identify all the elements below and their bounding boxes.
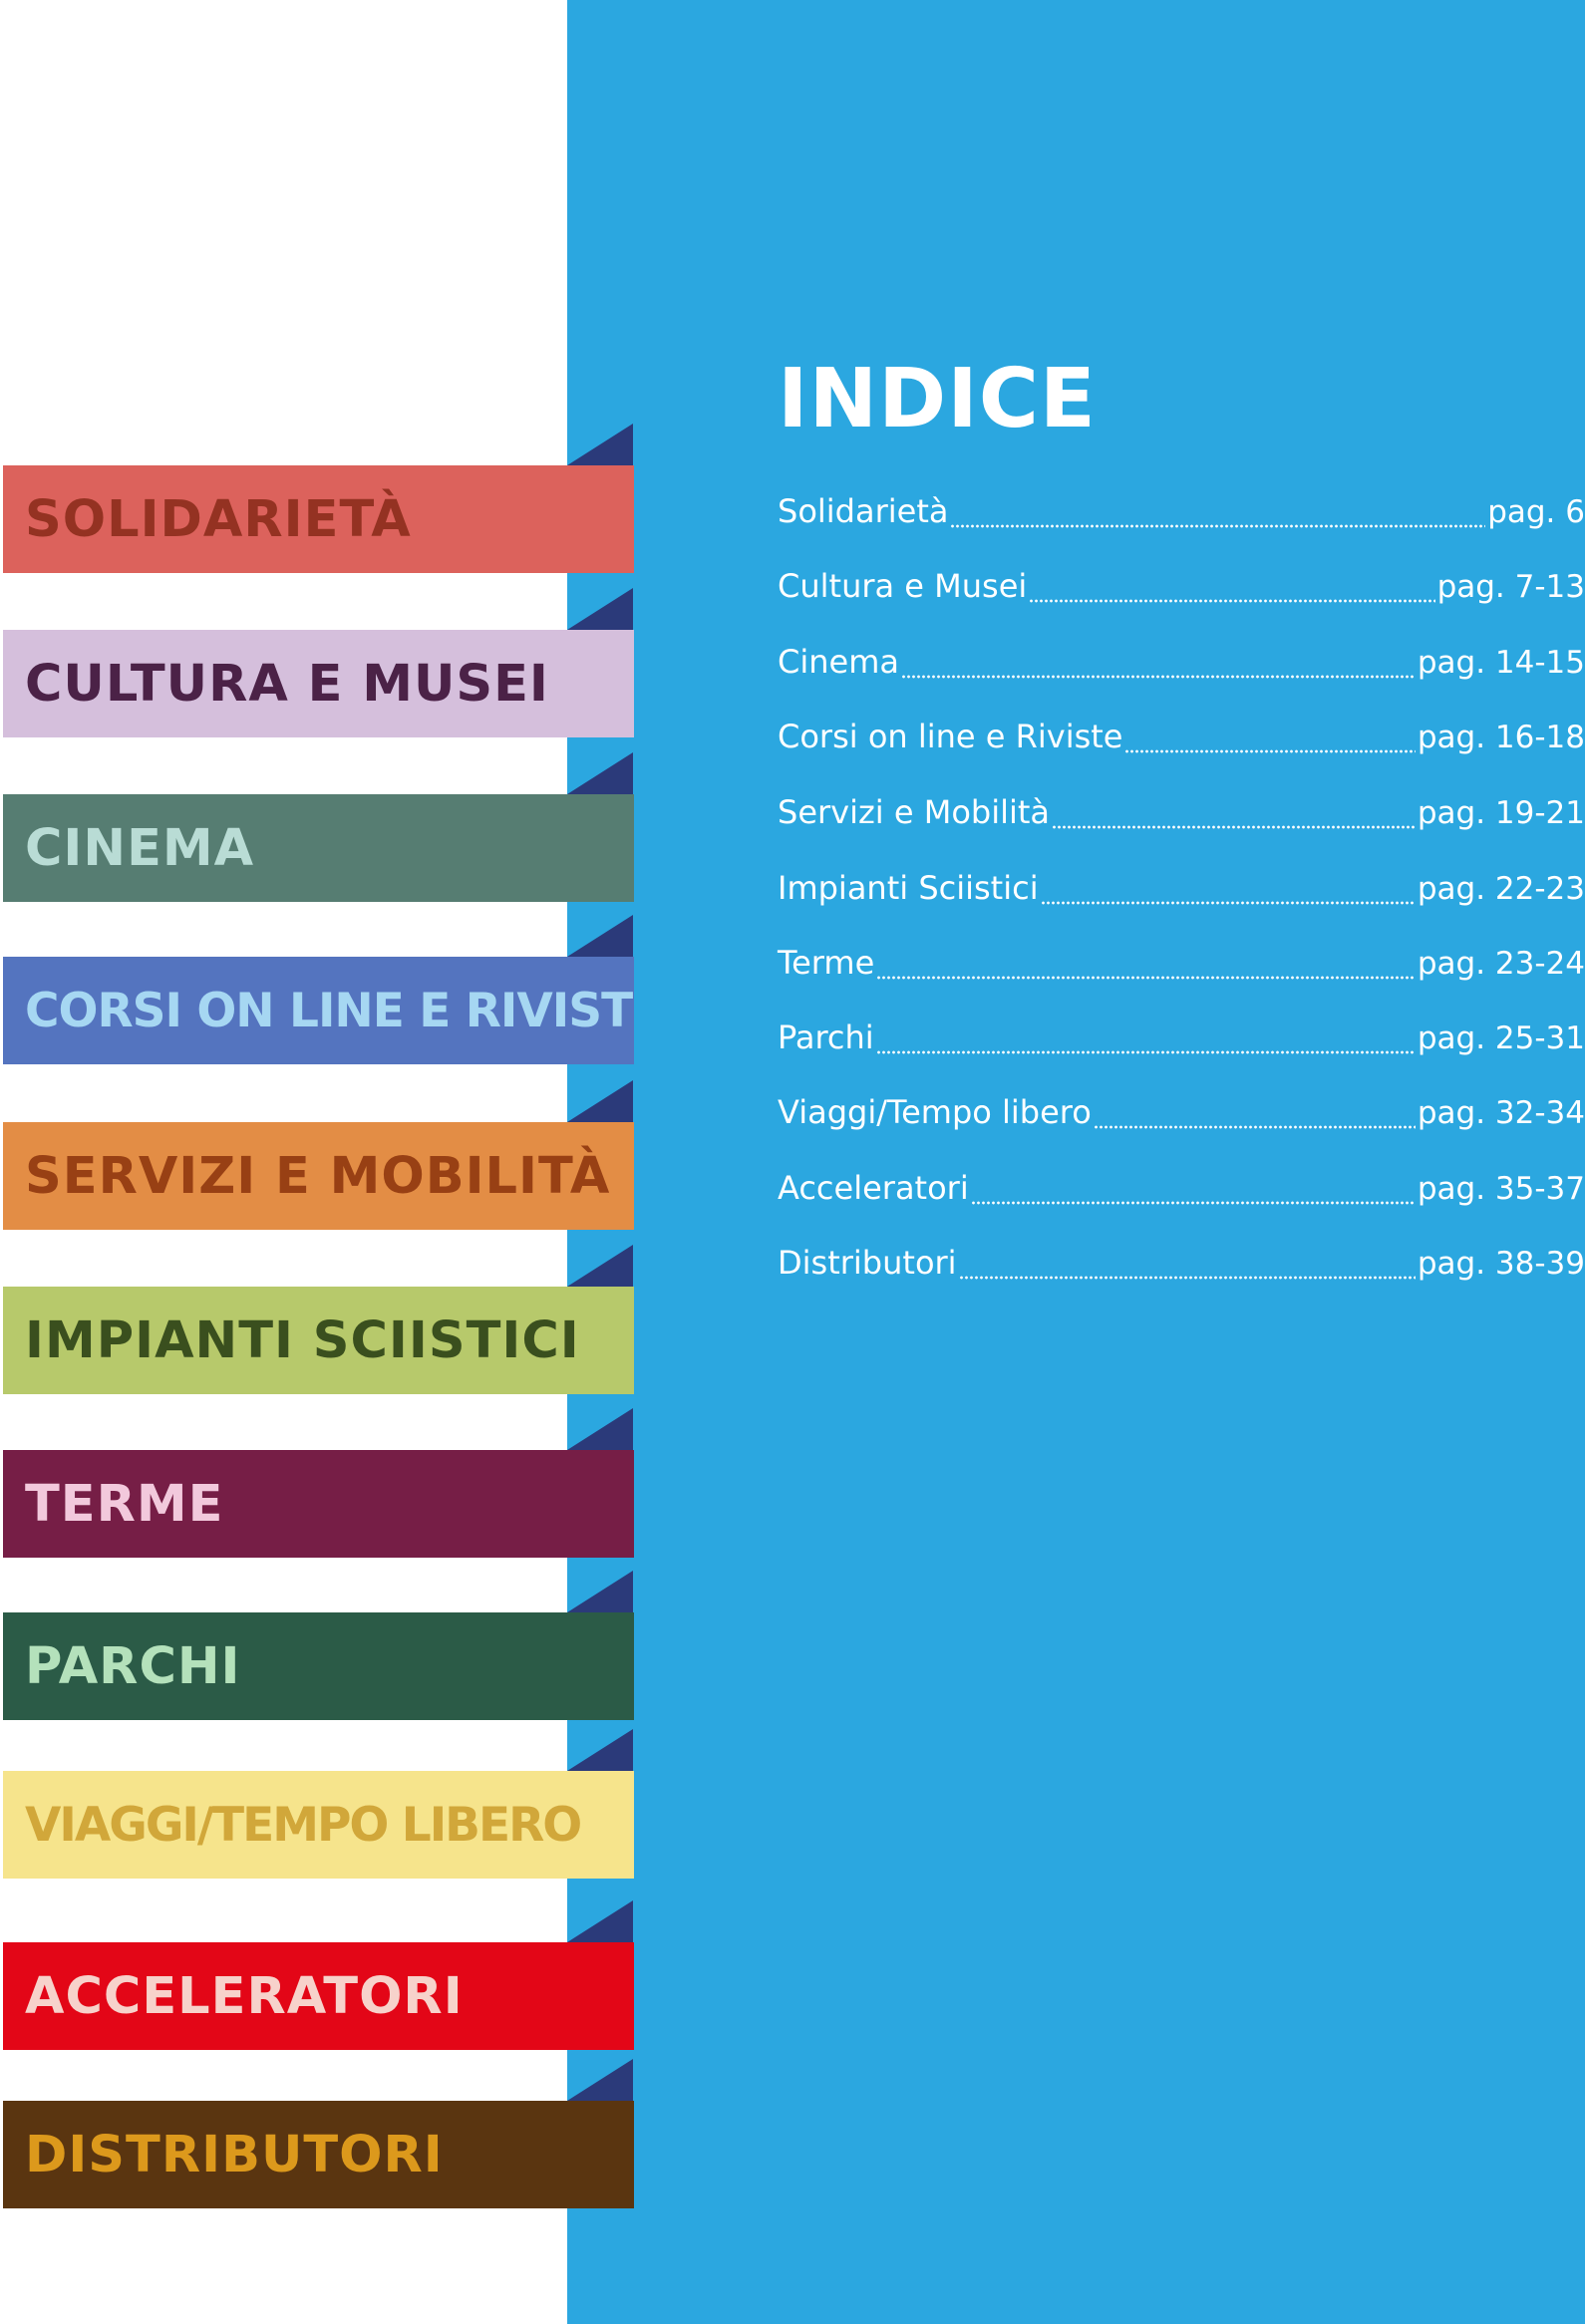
leader-dots [1040, 901, 1416, 905]
toc-label: Terme [778, 944, 875, 982]
page-title: INDICE [778, 352, 1097, 446]
toc-label: Distributori [778, 1244, 957, 1282]
toc-entry[interactable]: Impianti Sciistici pag. 22-23 [778, 869, 1585, 915]
leader-dots [970, 1201, 1416, 1205]
leader-dots [950, 524, 1486, 528]
tab-impianti-sciistici[interactable]: IMPIANTI SCIISTICI [3, 1287, 634, 1394]
tab-fold [567, 1729, 633, 1771]
tab-label: PARCHI [25, 1636, 241, 1696]
tab-label: CULTURA E MUSEI [25, 654, 549, 714]
tab-fold [567, 2059, 633, 2101]
tab-solidarieta[interactable]: SOLIDARIETÀ [3, 465, 634, 573]
tab-fold [567, 588, 633, 630]
leader-dots [958, 1276, 1416, 1280]
toc-label: Corsi on line e Riviste [778, 718, 1123, 755]
toc-label: Solidarietà [778, 492, 949, 530]
tab-servizi-e-mobilita[interactable]: SERVIZI E MOBILITÀ [3, 1122, 634, 1230]
toc-label: Viaggi/Tempo libero [778, 1093, 1092, 1131]
tab-terme[interactable]: TERME [3, 1450, 634, 1558]
toc-entry[interactable]: Distributori pag. 38-39 [778, 1244, 1585, 1290]
leader-dots [900, 675, 1416, 679]
tab-parchi[interactable]: PARCHI [3, 1612, 634, 1720]
tab-label: DISTRIBUTORI [25, 2125, 444, 2184]
toc-entry[interactable]: Terme pag. 23-24 [778, 944, 1585, 990]
toc-page: pag. 32-34 [1417, 1095, 1585, 1131]
tab-label: CINEMA [25, 818, 255, 878]
toc-page: pag. 19-21 [1417, 795, 1585, 831]
tab-label: SOLIDARIETÀ [25, 489, 412, 549]
tab-label: CORSI ON LINE E RIVISTE [25, 983, 634, 1038]
leader-dots [1124, 749, 1416, 753]
tab-label: TERME [25, 1474, 224, 1534]
toc-page: pag. 22-23 [1417, 871, 1585, 907]
tab-cultura-e-musei[interactable]: CULTURA E MUSEI [3, 630, 634, 737]
toc-page: pag. 16-18 [1417, 720, 1585, 755]
toc-entry[interactable]: Cultura e Musei pag. 7-13 [778, 567, 1585, 613]
right-panel [567, 0, 1585, 2324]
toc-entry[interactable]: Acceleratori pag. 35-37 [778, 1169, 1585, 1215]
toc-page: pag. 38-39 [1417, 1246, 1585, 1282]
toc-label: Impianti Sciistici [778, 869, 1039, 907]
tab-distributori[interactable]: DISTRIBUTORI [3, 2101, 634, 2208]
tab-acceleratori[interactable]: ACCELERATORI [3, 1942, 634, 2050]
tab-label: SERVIZI E MOBILITÀ [25, 1146, 611, 1206]
toc-page: pag. 14-15 [1417, 645, 1585, 681]
toc-label: Parchi [778, 1018, 874, 1056]
leader-dots [1052, 825, 1416, 829]
toc-entry[interactable]: Solidarietà pag. 6 [778, 492, 1585, 538]
tab-label: VIAGGI/TEMPO LIBERO [25, 1797, 582, 1853]
toc-page: pag. 6 [1487, 494, 1585, 530]
toc-entry[interactable]: Corsi on line e Riviste pag. 16-18 [778, 718, 1585, 763]
toc-label: Cinema [778, 643, 899, 681]
toc-entry[interactable]: Parchi pag. 25-31 [778, 1018, 1585, 1064]
tab-fold [567, 1245, 633, 1287]
toc-entry[interactable]: Servizi e Mobilità pag. 19-21 [778, 793, 1585, 839]
toc-label: Acceleratori [778, 1169, 969, 1207]
toc-page: pag. 7-13 [1436, 569, 1585, 605]
toc-label: Servizi e Mobilità [778, 793, 1051, 831]
tab-fold [567, 1900, 633, 1942]
tab-fold [567, 752, 633, 794]
leader-dots [875, 1050, 1416, 1054]
toc-label: Cultura e Musei [778, 567, 1028, 605]
tab-corsi-on-line-e-riviste[interactable]: CORSI ON LINE E RIVISTE [3, 957, 634, 1064]
leader-dots [1029, 599, 1435, 603]
toc-page: pag. 35-37 [1417, 1171, 1585, 1207]
toc-entry[interactable]: Viaggi/Tempo libero pag. 32-34 [778, 1093, 1585, 1139]
toc-page: pag. 23-24 [1417, 946, 1585, 982]
tab-label: ACCELERATORI [25, 1966, 464, 2026]
leader-dots [1093, 1125, 1416, 1129]
tab-viaggi-tempo-libero[interactable]: VIAGGI/TEMPO LIBERO [3, 1771, 634, 1879]
toc-entry[interactable]: Cinema pag. 14-15 [778, 643, 1585, 689]
leader-dots [876, 976, 1416, 980]
tab-fold [567, 1080, 633, 1122]
tab-fold [567, 1571, 633, 1612]
tab-fold [567, 424, 633, 465]
tab-cinema[interactable]: CINEMA [3, 794, 634, 902]
tab-fold [567, 1408, 633, 1450]
tab-fold [567, 915, 633, 957]
toc-page: pag. 25-31 [1417, 1020, 1585, 1056]
tab-label: IMPIANTI SCIISTICI [25, 1310, 580, 1370]
